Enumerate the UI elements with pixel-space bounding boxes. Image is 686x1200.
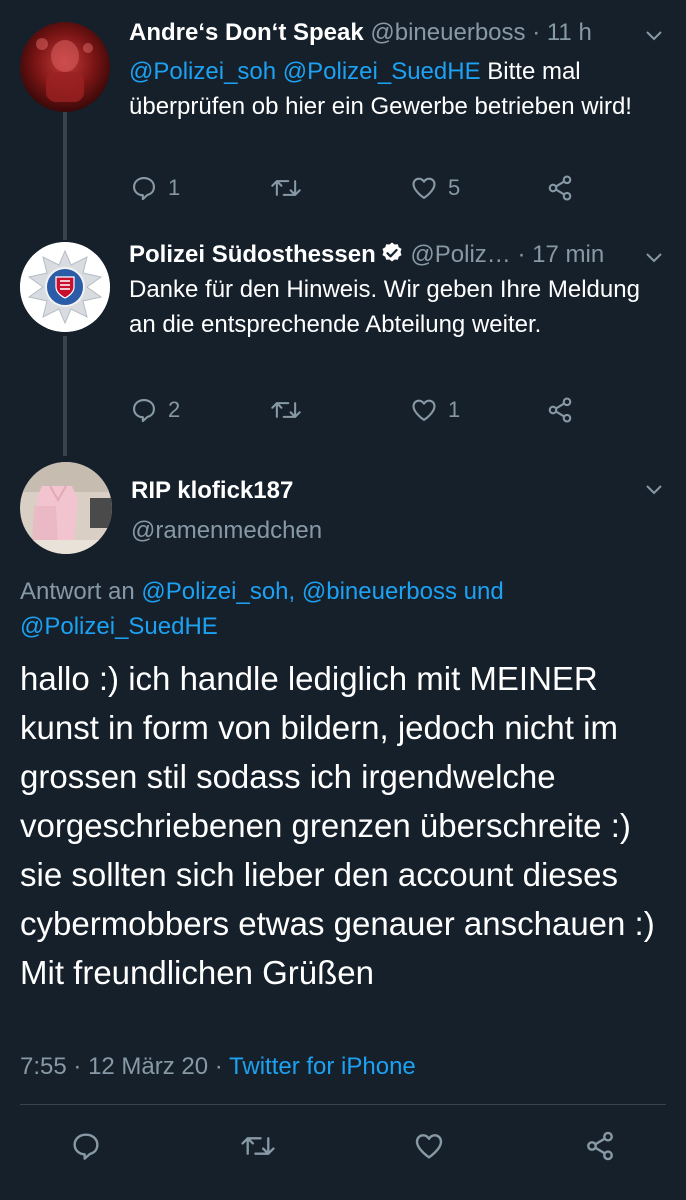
handle[interactable]: @bineuerboss: [370, 19, 525, 46]
display-name[interactable]: Andre‘s Don‘t Speak: [129, 19, 364, 46]
separator: ·: [73, 1053, 82, 1080]
like-button[interactable]: 5: [410, 170, 460, 206]
tweet[interactable]: Polizei Südosthessen @Poliz… · 17 min Da…: [0, 236, 686, 456]
heart-icon: [412, 399, 436, 421]
reply-button[interactable]: [70, 1126, 102, 1166]
verified-badge-icon: [380, 241, 404, 273]
chevron-down-icon[interactable]: [642, 478, 666, 502]
profile-photo-icon: [20, 22, 110, 112]
retweet-icon: [241, 1137, 275, 1155]
profile-photo-icon: [20, 462, 112, 554]
like-button[interactable]: [413, 1126, 445, 1166]
like-count: 1: [448, 397, 461, 422]
like-button[interactable]: 1: [410, 392, 460, 428]
tweet-actions: [0, 1126, 686, 1166]
tweet-time: 7:55: [20, 1053, 67, 1080]
tweet-header: Andre‘s Don‘t Speak @bineuerboss · 11 h: [129, 18, 638, 48]
police-star-badge-icon: [20, 242, 110, 332]
handle[interactable]: @ramenmedchen: [131, 516, 322, 546]
reply-count: 1: [168, 175, 181, 200]
heart-icon: [412, 177, 436, 199]
tweet-actions: 1 5: [130, 170, 590, 206]
avatar[interactable]: [20, 22, 110, 112]
share-button[interactable]: [584, 1126, 616, 1166]
reply-context: Antwort an @Polizei_soh, @bineuerboss un…: [20, 574, 620, 644]
share-icon: [587, 1131, 613, 1161]
chevron-down-icon[interactable]: [642, 24, 666, 48]
reply-icon: [133, 177, 155, 201]
display-name[interactable]: Polizei Südosthessen: [129, 241, 376, 268]
tweet-actions: 2 1: [130, 392, 590, 428]
text-span: [276, 58, 283, 85]
reply-count: 2: [168, 397, 181, 422]
retweet-button[interactable]: [270, 392, 312, 428]
separator: ·: [214, 1053, 223, 1080]
avatar[interactable]: [20, 242, 110, 332]
reply-button[interactable]: 1: [130, 170, 180, 206]
tweet[interactable]: Andre‘s Don‘t Speak @bineuerboss · 11 h …: [0, 0, 686, 236]
separator: ·: [532, 19, 541, 46]
retweet-icon: [271, 402, 301, 418]
like-count: 5: [448, 175, 461, 200]
retweet-button[interactable]: [240, 1126, 276, 1166]
mention-link[interactable]: @bineuerboss: [302, 578, 457, 605]
reply-prefix: Antwort an: [20, 578, 135, 605]
chevron-down-icon[interactable]: [642, 246, 666, 270]
mention-link[interactable]: @Polizei_soh: [129, 58, 276, 85]
timestamp[interactable]: 11 h: [547, 19, 592, 46]
share-button[interactable]: [546, 170, 574, 206]
reply-button[interactable]: 2: [130, 392, 180, 428]
reply-icon: [73, 1133, 99, 1160]
reply-icon: [133, 399, 155, 423]
retweet-button[interactable]: [270, 170, 312, 206]
retweet-icon: [271, 180, 301, 196]
tweet-header: Polizei Südosthessen @Poliz… · 17 min: [129, 240, 638, 273]
mention-link[interactable]: @Polizei_SuedHE: [20, 613, 218, 640]
handle[interactable]: @Poliz…: [410, 241, 510, 268]
share-button[interactable]: [546, 392, 574, 428]
tweet-date: 12 März 20: [88, 1053, 209, 1080]
mention-link[interactable]: @Polizei_soh,: [141, 578, 295, 605]
separator: ·: [517, 241, 526, 268]
source-link[interactable]: Twitter for iPhone: [229, 1053, 416, 1080]
divider: [20, 1104, 666, 1105]
timestamp[interactable]: 17 min: [532, 241, 604, 268]
display-name[interactable]: RIP klofick187: [131, 476, 293, 506]
reply-conjunction: und: [463, 578, 504, 605]
tweet-text: @Polizei_soh @Polizei_SuedHE Bitte mal ü…: [129, 54, 666, 124]
avatar[interactable]: [20, 462, 112, 554]
tweet-text: Danke für den Hinweis. Wir geben Ihre Me…: [129, 276, 640, 338]
tweet-metadata: 7:55 · 12 März 20 · Twitter for iPhone: [20, 1050, 416, 1084]
mention-link[interactable]: @Polizei_SuedHE: [283, 58, 481, 85]
heart-icon: [415, 1134, 443, 1159]
tweet-text: hallo :) ich handle lediglich mit MEINER…: [20, 660, 655, 991]
share-icon: [548, 397, 572, 423]
share-icon: [548, 175, 572, 201]
